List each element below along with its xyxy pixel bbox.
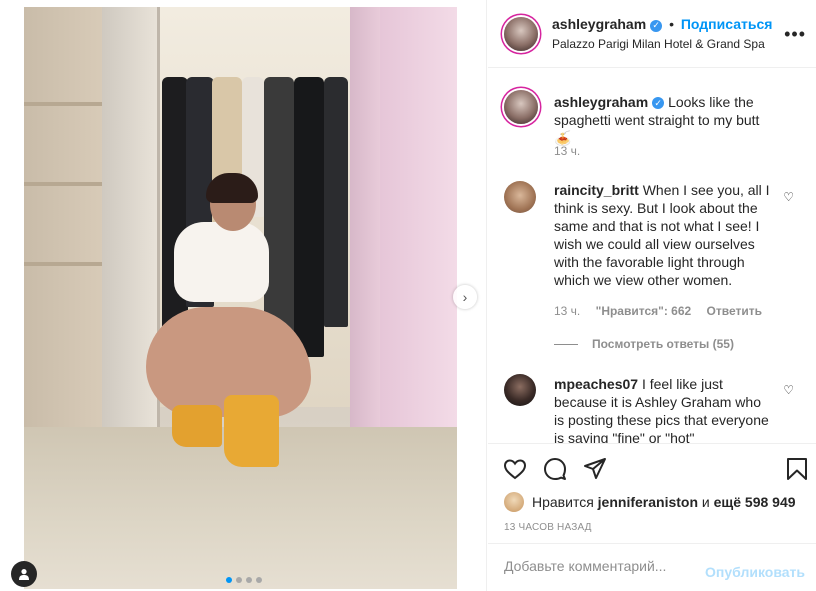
photo-coat [294, 77, 324, 357]
comment-like-icon[interactable]: ♡ [783, 190, 794, 204]
post-header: ashleygraham ✓ • Подписаться Palazzo Pari… [488, 0, 816, 68]
post-side-panel: ashleygraham ✓ • Подписаться Palazzo Pari… [488, 0, 816, 591]
separator-dot: • [669, 16, 674, 32]
comment-input[interactable] [504, 558, 704, 574]
slide-dot [226, 577, 232, 583]
photo-shelf [24, 262, 104, 266]
publish-button[interactable]: Опубликовать [705, 564, 805, 580]
view-replies-button[interactable]: Посмотреть ответы (55) [554, 337, 734, 351]
commenter-username[interactable]: raincity_britt [554, 182, 639, 198]
comment-body: raincity_britt When I see you, all I thi… [554, 181, 772, 289]
post-location[interactable]: Palazzo Parigi Milan Hotel & Grand Spa [552, 37, 765, 51]
author-username[interactable]: ashleygraham [552, 16, 646, 32]
likes-summary: Нравится jenniferaniston и ещё 598 949 [504, 492, 796, 512]
comment-time[interactable]: 13 ч. [554, 304, 580, 318]
photo-subject-boot [172, 405, 222, 447]
comment-body: mpeaches07 I feel like just because it i… [554, 375, 772, 443]
comment-like-icon[interactable]: ♡ [783, 383, 794, 397]
commenter-avatar[interactable] [504, 181, 536, 213]
comments-list[interactable]: ashleygraham ✓ Looks like the spaghetti w… [488, 68, 816, 443]
comment-likes[interactable]: "Нравится": 662 [596, 304, 692, 318]
photo-door-right [350, 7, 380, 477]
photo-mirror-door [102, 7, 160, 467]
slide-dot [246, 577, 252, 583]
caption: ashleygraham ✓ Looks like the spaghetti w… [554, 93, 772, 147]
author-avatar[interactable] [504, 17, 538, 51]
more-options-icon[interactable]: ••• [784, 24, 806, 45]
slide-indicator [226, 577, 262, 583]
verified-badge-icon: ✓ [650, 19, 663, 32]
photo-wall-left [24, 7, 104, 427]
likes-count[interactable]: ещё 598 949 [714, 494, 796, 510]
replies-divider [554, 343, 578, 345]
post-photo[interactable] [24, 7, 457, 589]
view-replies-label: Посмотреть ответы (55) [592, 337, 734, 351]
header-title-row: ashleygraham ✓ • Подписаться [552, 16, 772, 32]
comment-reply-button[interactable]: Ответить [707, 304, 762, 318]
photo-subject-shirt [174, 222, 269, 302]
share-icon[interactable] [582, 456, 608, 482]
likes-prefix: Нравится [532, 494, 594, 510]
liker-avatar[interactable] [504, 492, 524, 512]
user-icon [19, 569, 29, 580]
caption-author-avatar[interactable] [504, 90, 538, 124]
media-panel: › [0, 0, 487, 591]
photo-shelf [24, 102, 104, 106]
photo-subject-boot [224, 395, 279, 467]
tagged-users-button[interactable] [11, 561, 37, 587]
slide-dot [236, 577, 242, 583]
slide-dot [256, 577, 262, 583]
photo-shelf [24, 182, 104, 186]
likes-and: и [701, 494, 710, 510]
post-actions: Нравится jenniferaniston и ещё 598 949 1… [488, 443, 816, 543]
verified-badge-icon: ✓ [652, 97, 665, 109]
add-comment-bar: Опубликовать [488, 543, 816, 591]
caption-time[interactable]: 13 ч. [554, 144, 580, 158]
next-slide-button[interactable]: › [453, 285, 477, 309]
comment-icon[interactable] [542, 456, 568, 482]
commenter-username[interactable]: mpeaches07 [554, 376, 638, 392]
heart-icon[interactable] [502, 456, 528, 482]
photo-coat [324, 77, 348, 327]
caption-username[interactable]: ashleygraham [554, 94, 648, 110]
photo-coat [264, 77, 294, 337]
follow-button[interactable]: Подписаться [681, 16, 773, 32]
bookmark-icon[interactable] [784, 456, 810, 482]
liker-username[interactable]: jenniferaniston [598, 494, 698, 510]
chevron-right-icon: › [462, 289, 468, 305]
post-timestamp[interactable]: 13 ЧАСОВ НАЗАД [504, 522, 592, 533]
commenter-avatar[interactable] [504, 374, 536, 406]
comment-meta: 13 ч. "Нравится": 662 Ответить [554, 304, 762, 318]
